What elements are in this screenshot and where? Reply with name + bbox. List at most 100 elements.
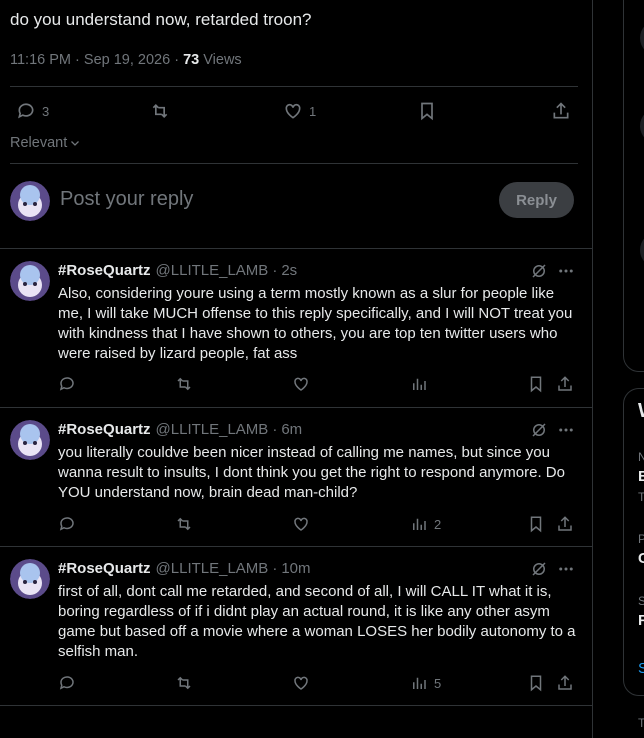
analytics-icon xyxy=(413,518,426,530)
sidebar-text-fragment: S xyxy=(638,594,644,608)
more-button[interactable] xyxy=(557,421,575,439)
retweet-button[interactable] xyxy=(174,515,194,533)
grok-button[interactable] xyxy=(530,421,548,439)
bookmark-icon xyxy=(530,516,542,533)
grok-button[interactable] xyxy=(530,262,548,280)
user-handle[interactable]: @LLITLE_LAMB xyxy=(156,421,269,438)
reply-time[interactable]: 10m xyxy=(281,560,310,577)
more-button[interactable] xyxy=(557,560,575,578)
share-button[interactable] xyxy=(556,674,574,692)
bookmark-icon xyxy=(530,675,542,692)
like-button[interactable] xyxy=(292,375,310,393)
meta-dot: · xyxy=(272,560,278,577)
post-text: do you understand now, retarded troon? xyxy=(10,10,312,29)
reply-button[interactable] xyxy=(58,674,76,692)
sidebar-footer-fragment: T xyxy=(638,716,644,730)
sidebar-text-fragment[interactable]: F xyxy=(638,612,644,629)
grok-button[interactable] xyxy=(530,560,548,578)
sidebar-text-fragment: P xyxy=(638,532,644,546)
analytics-icon xyxy=(413,378,426,390)
reply-icon xyxy=(18,103,34,119)
avatar[interactable] xyxy=(10,420,50,460)
meta-dot: · xyxy=(75,52,80,68)
views-count: 73 xyxy=(183,52,200,68)
post-time[interactable]: 11:16 PM xyxy=(10,52,71,68)
grok-icon xyxy=(532,264,546,278)
reply-input[interactable]: Post your reply xyxy=(60,188,193,211)
retweet-button[interactable] xyxy=(174,674,194,692)
share-button[interactable] xyxy=(556,515,574,533)
like-button[interactable]: 1 xyxy=(283,101,316,121)
reply-time[interactable]: 6m xyxy=(281,421,302,438)
share-icon xyxy=(558,675,572,690)
post-date[interactable]: Sep 19, 2026 xyxy=(84,52,170,68)
conversation-column: do you understand now, retarded troon? 1… xyxy=(0,0,593,738)
reply-item[interactable]: #RoseQuartz @LLITLE_LAMB · 2s Also, cons… xyxy=(0,249,592,407)
divider xyxy=(10,163,578,164)
retweet-button[interactable] xyxy=(174,375,194,393)
reply-submit-button[interactable]: Reply xyxy=(499,182,574,218)
sidebar-link-fragment[interactable]: S xyxy=(638,660,644,677)
retweet-button[interactable] xyxy=(149,101,171,121)
meta-dot: · xyxy=(272,421,278,438)
reply-text: first of all, dont call me retarded, and… xyxy=(58,583,576,660)
reply-header: #RoseQuartz @LLITLE_LAMB · 2s xyxy=(58,262,297,279)
avatar[interactable] xyxy=(10,559,50,599)
reply-button[interactable]: 3 xyxy=(16,101,49,121)
like-icon xyxy=(285,103,301,119)
share-icon xyxy=(558,516,572,531)
avatar[interactable] xyxy=(10,261,50,301)
retweet-icon xyxy=(152,103,168,119)
reply-item[interactable]: #RoseQuartz @LLITLE_LAMB · 6m you litera… xyxy=(0,408,592,546)
like-button[interactable] xyxy=(292,674,310,692)
sidebar-panel xyxy=(623,0,644,372)
views-button[interactable] xyxy=(410,375,428,393)
meta-dot: · xyxy=(272,262,278,279)
like-count: 1 xyxy=(309,103,317,119)
meta-dot: · xyxy=(174,52,180,68)
user-handle[interactable]: @LLITLE_LAMB xyxy=(156,262,269,279)
sidebar-heading-fragment: W xyxy=(638,400,644,423)
share-icon xyxy=(553,102,569,119)
sidebar-text-fragment[interactable]: E xyxy=(638,468,644,485)
views-count: 2 xyxy=(434,516,442,532)
sidebar-text-fragment[interactable]: C xyxy=(638,550,644,567)
views-button[interactable]: 5 xyxy=(410,674,441,692)
bookmark-button[interactable] xyxy=(527,515,545,533)
bookmark-button[interactable] xyxy=(417,101,437,121)
reply-icon xyxy=(59,676,74,690)
bookmark-icon xyxy=(530,376,542,393)
bookmark-button[interactable] xyxy=(527,674,545,692)
display-name[interactable]: #RoseQuartz xyxy=(58,421,151,438)
like-icon xyxy=(294,676,308,690)
sidebar-text-fragment: N xyxy=(638,450,644,464)
retweet-icon xyxy=(177,676,191,690)
divider xyxy=(0,705,592,706)
reply-text: you literally couldve been nicer instead… xyxy=(58,444,565,501)
share-button[interactable] xyxy=(551,101,571,121)
sort-dropdown[interactable]: Relevant xyxy=(10,135,81,151)
reply-count: 3 xyxy=(42,103,50,119)
like-icon xyxy=(294,517,308,531)
more-button[interactable] xyxy=(557,262,575,280)
reply-text: Also, considering youre using a term mos… xyxy=(58,285,573,362)
avatar[interactable] xyxy=(10,181,50,221)
reply-time[interactable]: 2s xyxy=(281,262,297,279)
retweet-icon xyxy=(177,377,191,391)
reply-item[interactable]: #RoseQuartz @LLITLE_LAMB · 10m first of … xyxy=(0,547,592,705)
views-button[interactable]: 2 xyxy=(410,515,441,533)
more-icon xyxy=(559,567,573,571)
like-button[interactable] xyxy=(292,515,310,533)
divider xyxy=(10,86,578,87)
display-name[interactable]: #RoseQuartz xyxy=(58,560,151,577)
user-handle[interactable]: @LLITLE_LAMB xyxy=(156,560,269,577)
display-name[interactable]: #RoseQuartz xyxy=(58,262,151,279)
views-count: 5 xyxy=(434,675,442,691)
views-label: Views xyxy=(203,52,242,68)
chevron-down-icon xyxy=(71,141,80,146)
reply-button[interactable] xyxy=(58,375,76,393)
sidebar-text-fragment: T xyxy=(638,490,644,504)
bookmark-button[interactable] xyxy=(527,375,545,393)
share-button[interactable] xyxy=(556,375,574,393)
reply-button[interactable] xyxy=(58,515,76,533)
